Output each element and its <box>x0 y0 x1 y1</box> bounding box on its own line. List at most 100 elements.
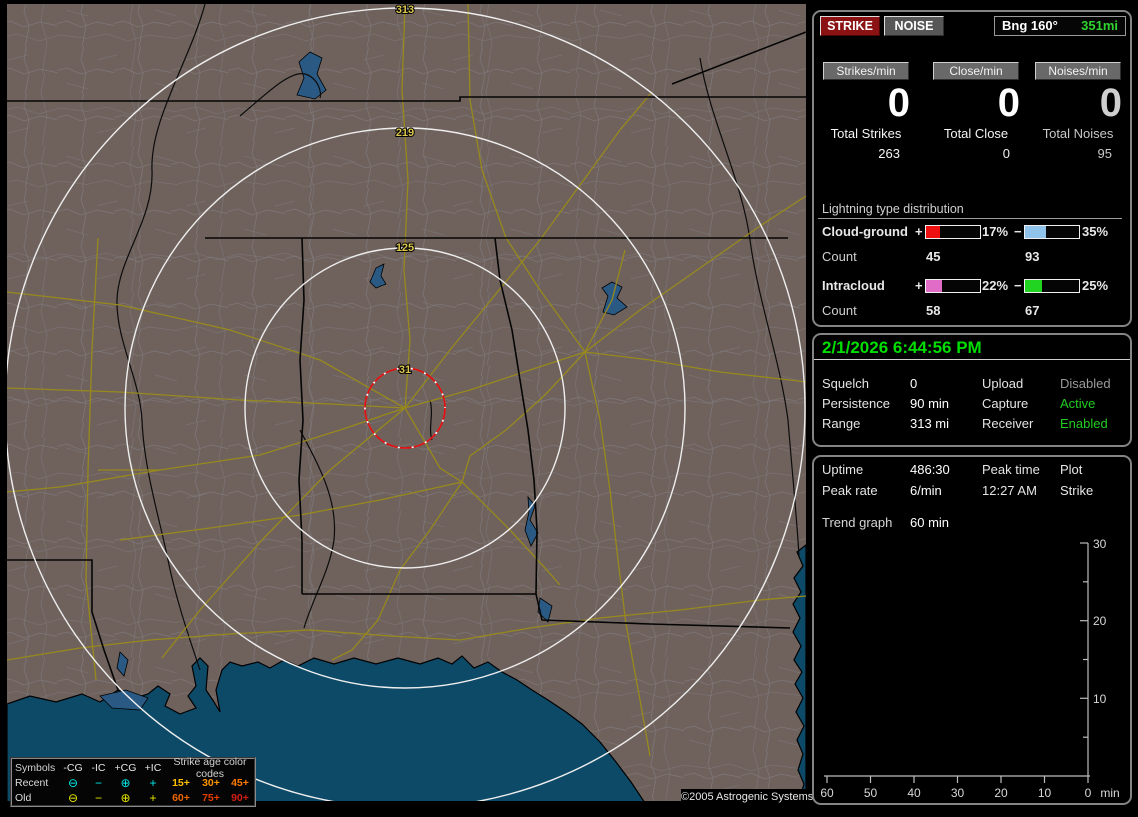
status-row: Squelch 0 Upload Disabled <box>814 376 1126 394</box>
legend-row-recent: Recent <box>15 776 49 789</box>
cg-plus-bar <box>925 225 981 239</box>
datetime-display: 2/1/2026 6:44:56 PM <box>822 338 982 357</box>
noise-mode-button[interactable]: NOISE <box>884 16 944 36</box>
session-row: Peak rate 6/min 12:27 AM Strike <box>814 483 1126 501</box>
close-per-min-button[interactable]: Close/min <box>933 62 1019 80</box>
total-close-value: 0 <box>1002 146 1010 161</box>
ic-minus-count: 67 <box>1025 303 1040 318</box>
ic-minus-bar-fill <box>1025 280 1043 292</box>
count-label: Count <box>822 249 857 264</box>
peak-rate-label: Peak rate <box>822 483 878 498</box>
session-row: Uptime 486:30 Peak time Plot <box>814 462 1126 480</box>
distribution-divider <box>818 218 1122 219</box>
status-row: Range 313 mi Receiver Enabled <box>814 416 1126 434</box>
age-code-60: 60+ <box>172 791 190 804</box>
capture-status: Active <box>1060 396 1096 411</box>
intracloud-row: Intracloud + 22% − 25% <box>814 278 1126 294</box>
old-neg-cg-icon: ⊖ <box>67 790 79 805</box>
bearing-label: Bng 160° <box>1002 18 1058 33</box>
age-code-15: 15+ <box>172 776 190 789</box>
range-label: Range <box>822 416 861 431</box>
uptime-value: 486:30 <box>910 462 950 477</box>
noises-rate-value: 0 <box>1099 81 1122 125</box>
y-tick-10: 10 <box>1093 692 1107 706</box>
squelch-value: 0 <box>910 376 918 391</box>
cg-plus-count: 45 <box>926 249 941 264</box>
strikes-per-min-button[interactable]: Strikes/min <box>823 62 909 80</box>
ic-minus-pct: 25% <box>1082 278 1109 293</box>
ring-label-313: 313 <box>396 4 414 16</box>
x-tick-50: 50 <box>864 786 878 800</box>
cg-minus-bar <box>1024 225 1080 239</box>
recent-neg-ic-icon: − <box>94 775 102 790</box>
copyright-label: ©2005 Astrogenic Systems <box>681 789 813 806</box>
upload-status: Disabled <box>1060 376 1111 391</box>
ring-label-125: 125 <box>396 242 414 254</box>
noises-counter-column: Noises/min 0 Total Noises 95 <box>1032 62 1124 161</box>
range-value: 313 mi <box>910 416 950 431</box>
recent-pos-ic-icon: + <box>149 775 157 790</box>
plus-sign: + <box>915 278 923 293</box>
ic-minus-bar <box>1024 279 1080 293</box>
persistence-label: Persistence <box>822 396 890 411</box>
lightning-map[interactable]: 313 219 125 31 <box>0 0 808 812</box>
symbols-legend: Symbols -CG -IC +CG +IC Strike age color… <box>10 756 256 807</box>
receiver-label: Receiver <box>982 416 1034 431</box>
x-tick-0: 0 <box>1085 786 1092 800</box>
cg-minus-count: 93 <box>1025 249 1040 264</box>
old-pos-ic-icon: + <box>149 790 157 805</box>
peak-time-value: 12:27 AM <box>982 483 1037 498</box>
ic-plus-bar <box>925 279 981 293</box>
x-tick-30: 30 <box>951 786 965 800</box>
recent-neg-cg-icon: ⊖ <box>67 775 79 790</box>
trend-axes <box>824 542 1090 783</box>
trend-graph-label: Trend graph <box>822 515 893 530</box>
bearing-distance: 351mi <box>1081 18 1118 33</box>
total-noises-value: 95 <box>1097 146 1112 161</box>
age-code-30: 30+ <box>202 776 220 789</box>
x-tick-20: 20 <box>994 786 1008 800</box>
squelch-label: Squelch <box>822 376 869 391</box>
age-code-75: 75+ <box>202 791 220 804</box>
strike-stats-panel: STRIKE NOISE Bng 160° 351mi Strikes/min … <box>812 10 1132 327</box>
plus-sign: + <box>915 224 923 239</box>
total-noises-label: Total Noises <box>1042 126 1114 141</box>
trend-graph: 30 20 10 60 50 40 30 20 10 0 min <box>820 537 1119 800</box>
ic-plus-pct: 22% <box>982 278 1009 293</box>
x-axis-unit: min <box>1100 786 1119 800</box>
plot-mode-value: Strike <box>1060 483 1094 498</box>
intracloud-count-row: Count 58 67 <box>814 303 1126 319</box>
legend-col-pos-cg: +CG <box>114 761 137 774</box>
bearing-readout[interactable]: Bng 160° 351mi <box>994 16 1126 36</box>
ring-label-31: 31 <box>399 364 411 376</box>
cg-minus-bar-fill <box>1025 226 1046 238</box>
session-panel: Uptime 486:30 Peak time Plot Peak rate 6… <box>812 455 1132 805</box>
persistence-value: 90 min <box>910 396 950 411</box>
cloud-ground-label: Cloud-ground <box>822 224 908 239</box>
strike-mode-button[interactable]: STRIKE <box>820 16 880 36</box>
cloud-ground-row: Cloud-ground + 17% − 35% <box>814 224 1126 240</box>
x-tick-10: 10 <box>1038 786 1052 800</box>
legend-col-neg-ic: -IC <box>91 761 106 774</box>
peak-rate-value: 6/min <box>910 483 942 498</box>
peak-time-label: Peak time <box>982 462 1040 477</box>
noises-per-min-button[interactable]: Noises/min <box>1035 62 1121 80</box>
old-pos-cg-icon: ⊕ <box>120 790 131 805</box>
uptime-label: Uptime <box>822 462 864 477</box>
distribution-title: Lightning type distribution <box>822 202 964 216</box>
age-code-45: 45+ <box>231 776 249 789</box>
map-canvas: 313 219 125 31 <box>0 0 808 812</box>
datetime-divider <box>814 359 1130 360</box>
trend-graph-window: 60 min <box>910 515 950 530</box>
receiver-status: Enabled <box>1060 416 1108 431</box>
x-tick-40: 40 <box>907 786 921 800</box>
cg-minus-pct: 35% <box>1082 224 1109 239</box>
ic-plus-count: 58 <box>926 303 941 318</box>
legend-col-neg-cg: -CG <box>63 761 83 774</box>
x-tick-60: 60 <box>820 786 834 800</box>
status-row: Persistence 90 min Capture Active <box>814 396 1126 414</box>
cg-plus-bar-fill <box>926 226 940 238</box>
old-neg-ic-icon: − <box>94 790 102 805</box>
y-tick-20: 20 <box>1093 614 1107 628</box>
trend-y-labels: 30 20 10 <box>1093 537 1107 706</box>
